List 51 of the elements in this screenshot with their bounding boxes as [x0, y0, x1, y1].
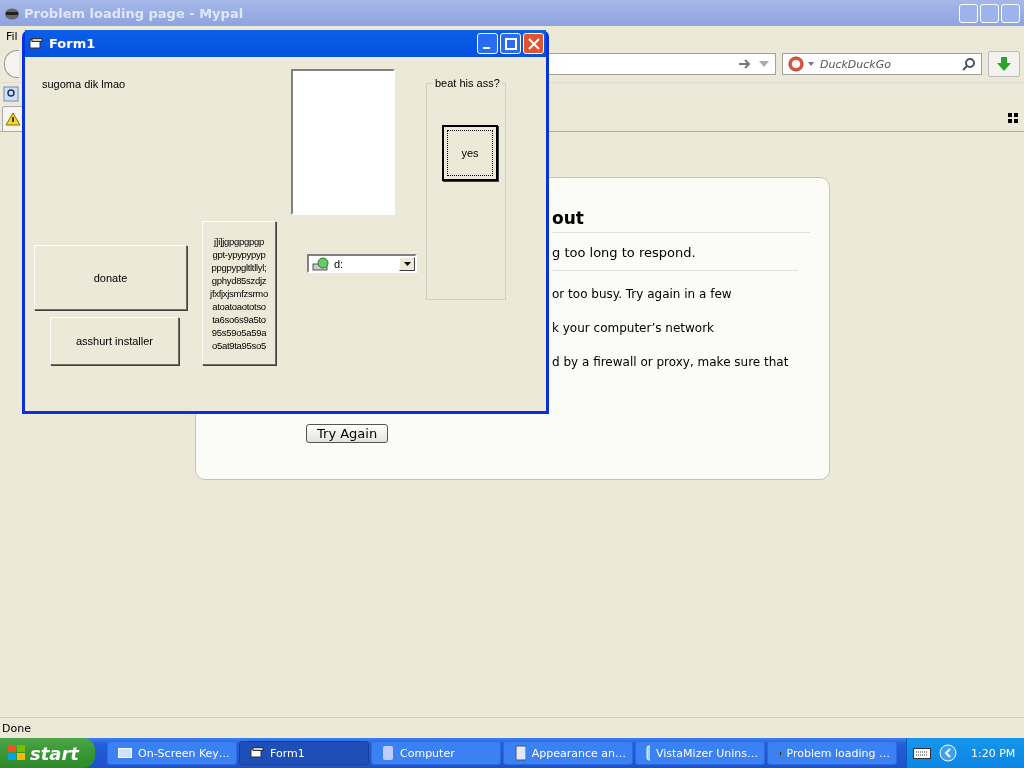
minimize-icon — [482, 46, 490, 49]
try-again-button[interactable]: Try Again — [306, 424, 389, 443]
taskbar-button[interactable]: Appearance an… — [503, 741, 633, 765]
error-hint: d by a firewall or proxy, make sure that — [552, 354, 790, 371]
back-button[interactable] — [4, 50, 19, 78]
group-title: beat his ass? — [433, 77, 502, 89]
error-hint: or too busy. Try again in a few — [552, 286, 733, 303]
search-field[interactable]: DuckDuckGo — [782, 53, 982, 75]
document-icon — [514, 745, 526, 761]
dropdown-icon[interactable] — [759, 61, 769, 67]
windows-logo — [8, 745, 26, 761]
taskbar-button[interactable]: Problem loading … — [767, 741, 897, 765]
maximize-icon — [504, 37, 517, 50]
search-icon[interactable] — [962, 57, 976, 71]
yes-button[interactable]: yes — [442, 125, 498, 181]
bookmark-icon[interactable] — [3, 86, 19, 102]
download-icon — [997, 57, 1011, 71]
taskbar-button[interactable]: VistaMizer Unins… — [635, 741, 765, 765]
download-button[interactable] — [988, 51, 1020, 77]
installer-button[interactable]: asshurt installer — [50, 317, 179, 365]
drive-icon — [312, 256, 330, 271]
minimize-button[interactable] — [477, 33, 498, 54]
close-button[interactable] — [523, 33, 544, 54]
chevron-icon[interactable] — [939, 744, 957, 762]
window-icon — [29, 37, 43, 50]
browser-tab[interactable] — [2, 105, 24, 131]
taskbar-button[interactable]: Computer — [371, 741, 501, 765]
window-title: Problem loading page - Mypal — [24, 5, 244, 21]
taskbar-button[interactable]: Form1 — [239, 741, 369, 765]
caret-icon — [403, 261, 411, 266]
status-text: Done — [2, 721, 31, 735]
donate-button[interactable]: donate — [34, 245, 187, 310]
drive-combo[interactable]: d: — [307, 254, 417, 273]
error-message: g too long to respond. — [552, 245, 798, 271]
go-arrow-icon[interactable] — [739, 59, 751, 69]
text-box[interactable] — [291, 69, 395, 215]
search-input[interactable]: DuckDuckGo — [818, 56, 958, 72]
caret-icon[interactable] — [808, 62, 814, 66]
window-icon — [250, 747, 264, 759]
error-hint: k your computer’s network — [552, 320, 716, 337]
start-button[interactable]: start — [0, 738, 95, 768]
taskbar-button[interactable]: On-Screen Key… — [107, 741, 237, 765]
window-title: Form1 — [49, 36, 96, 51]
menu-item[interactable]: Fil — [6, 29, 18, 43]
close-icon — [527, 37, 540, 50]
text-button[interactable]: j]i]jgpgpgpgp gpt-ypypypyp ppgpypgltltllyl; gphyd85szdjz jfxfjxjsmfzsrmo atoatoaototso ta6so6s9a5to 95s59o5a59a o5at9ta95so5 — [202, 221, 276, 365]
maximize-button[interactable] — [500, 33, 521, 54]
error-title: out — [552, 208, 810, 233]
form-label: sugoma dik lmao — [42, 78, 126, 90]
clock: 1:20 PM — [971, 746, 1016, 760]
grid-icon[interactable] — [1008, 113, 1018, 123]
